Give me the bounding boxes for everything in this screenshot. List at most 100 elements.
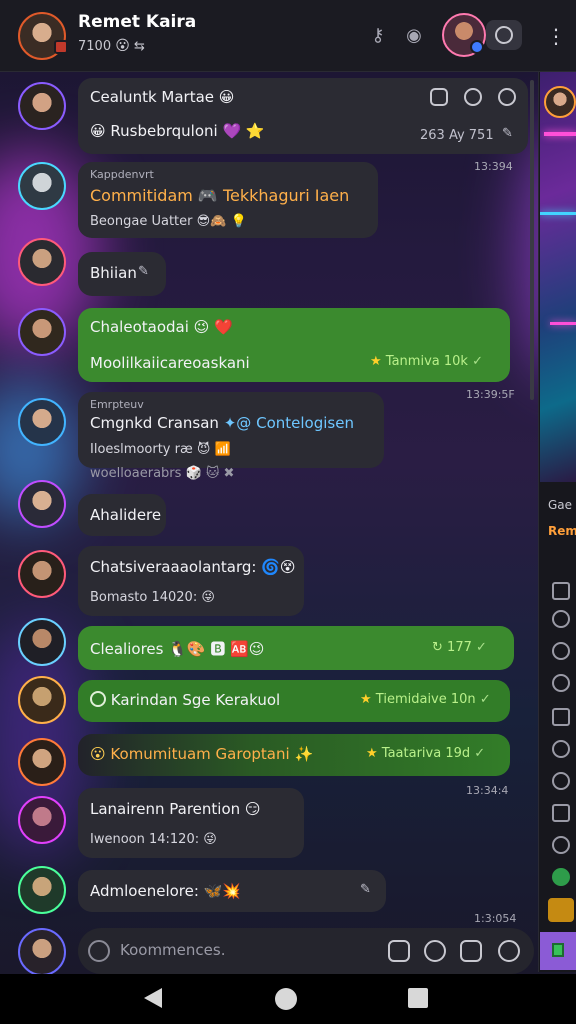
message-meta: ★ Taatariva 19d ✓ [366,746,485,761]
sender-avatar[interactable] [18,82,66,130]
message-text: Clealiores 🐧🎨 🅱 🆎😉 [90,640,265,658]
panel-clock-icon[interactable] [552,772,570,790]
sender-avatar[interactable] [18,738,66,786]
more-vert-icon[interactable]: ⋮ [546,22,566,50]
sender-avatar[interactable] [18,676,66,724]
message-bubble-outgoing[interactable]: 😮 Komumituam Garoptani ✨ ★ Taatariva 19d… [78,734,510,776]
sticker-icon[interactable] [388,940,410,962]
status-dot-icon[interactable]: ◉ [402,24,426,48]
message-bubble-outgoing[interactable]: Chaleotaodai 😉 ❤️ Moolilkaiicareoaskani … [78,308,510,382]
sender-avatar[interactable] [18,550,66,598]
neon-stripe [550,322,576,325]
message-text: Bomasto 14020: 😜 [90,590,215,605]
message-text: 😀 Rusbebrquloni 💜 ⭐ [90,122,265,140]
message-input[interactable]: Koommences. [120,941,225,959]
message-meta-text: Tiemidaive 10n [375,692,476,707]
scrollbar[interactable] [530,80,534,400]
emoji-picker-icon[interactable] [88,940,110,962]
message-bubble[interactable]: Chatsiveraaaolantarg: 🌀😵 Bomasto 14020: … [78,546,304,616]
chat-screen: Gae Rem Remet Kaira 7100 😮 ⇆ ⚷ ◉ ⋮ Cealu… [0,0,576,1024]
message-meta: 263 Ay 751 [420,128,494,143]
sender-avatar[interactable] [18,398,66,446]
message-text: 😮 Komumituam Garoptani ✨ [90,745,313,763]
panel-note-icon[interactable] [552,708,570,726]
message-bubble[interactable]: Kappdenvrt Commitidam 🎮 Tekkhaguri Iaen … [78,162,378,238]
message-bubble[interactable]: Lanairenn Parention 😏 Iwenoon 14:120: 😜 [78,788,304,858]
panel-doc-icon[interactable] [552,804,570,822]
neon-stripe [540,212,576,215]
pin-icon[interactable]: ✎ [360,882,371,897]
forward-icon: ↻ [432,640,443,655]
sender-avatar[interactable] [18,618,66,666]
contact-name[interactable]: Remet Kaira [78,12,196,32]
settings-toggle[interactable] [486,20,522,50]
message-bubble-outgoing[interactable]: Karindan Sge Kerakuol ★ Tiemidaive 10n ✓ [78,680,510,722]
message-bubble[interactable]: Cealuntk Martae 😀 😀 Rusbebrquloni 💜 ⭐ 26… [78,78,528,154]
clock-icon[interactable] [498,88,516,106]
settings-toggle-icon [495,26,513,44]
system-nav-bar [0,974,576,1024]
message-bubble[interactable]: Admloenelore: 🦋💥 ✎ [78,870,386,912]
side-panel-label[interactable]: Rem [548,524,576,538]
pin-icon[interactable]: ✎ [502,126,513,141]
read-check-icon: ✓ [479,692,491,707]
panel-settings-icon[interactable] [552,740,570,758]
panel-location-icon[interactable] [552,836,570,854]
side-panel-label: Gae [548,498,573,512]
sender-avatar[interactable] [18,308,66,356]
message-bubble[interactable]: Ahalidere [78,494,166,536]
send-icon[interactable] [498,940,520,962]
star-icon: ★ [360,692,372,707]
home-icon[interactable] [275,988,297,1010]
message-text: Iloeslmoorty ræ 😈 📶 [90,442,231,457]
voice-icon[interactable] [424,940,446,962]
sender-avatar[interactable] [18,866,66,914]
sender-avatar[interactable] [18,480,66,528]
status-count: 7100 [78,39,112,54]
contact-badge-icon [54,40,68,54]
message-sender-label: Kappdenvrt [90,168,154,181]
message-link[interactable]: Contelogisen [256,414,354,432]
message-composer: Koommences. [78,928,534,974]
star-icon: ★ [366,746,378,761]
message-bubble[interactable]: Emrpteuv Cmgnkd Cransan ✦@ Contelogisen … [78,392,384,468]
sender-avatar[interactable] [18,162,66,210]
message-text-part: Cmgnkd Cransan [90,414,219,432]
message-text: Moolilkaiicareoaskani [90,354,250,372]
panel-action-button[interactable] [540,932,576,970]
status-extra: ⇆ [133,39,145,54]
panel-online-icon[interactable] [552,868,570,886]
link-icon: ✦@ [223,414,252,432]
panel-menu-icon[interactable] [552,582,570,600]
image-icon[interactable] [430,88,448,106]
timestamp: 13:39:5F [466,388,515,401]
message-text: Karindan Sge Kerakuol [90,691,280,709]
message-text: Commitidam 🎮 Tekkhaguri Iaen [90,186,350,205]
side-panel-avatar[interactable] [544,86,576,118]
message-text: Ahalidere [90,506,162,524]
key-icon[interactable]: ⚷ [366,24,390,48]
emoji-icon: 😮 [90,745,106,763]
message-meta: ★ Tanmiva 10k ✓ [370,354,483,369]
panel-gear-icon[interactable] [552,674,570,692]
message-text-part: Komumituam Garoptani [110,745,290,763]
back-icon[interactable] [144,988,162,1008]
message-text: Chatsiveraaaolantarg: 🌀😵 [90,558,296,576]
sparkle-icon: ✨ [294,745,314,763]
pin-icon[interactable]: ✎ [138,264,149,279]
sender-avatar[interactable] [18,796,66,844]
recents-icon[interactable] [408,988,428,1008]
side-panel-artwork [540,72,576,482]
sender-avatar[interactable] [18,238,66,286]
message-bubble[interactable]: Bhiian ✎ [78,252,166,296]
message-text-part: Karindan Sge Kerakuol [110,691,281,709]
contact-status: 7100 😮 ⇆ [78,38,145,54]
panel-compass-icon[interactable] [552,642,570,660]
message-sender-label: Emrpteuv [90,398,144,411]
refresh-icon[interactable] [464,88,482,106]
sender-avatar[interactable] [18,928,66,976]
camera-icon[interactable] [460,940,482,962]
panel-circle-icon[interactable] [552,610,570,628]
panel-badge-icon[interactable] [548,898,574,922]
message-bubble-outgoing[interactable]: Clealiores 🐧🎨 🅱 🆎😉 ↻ 177 ✓ [78,626,514,670]
